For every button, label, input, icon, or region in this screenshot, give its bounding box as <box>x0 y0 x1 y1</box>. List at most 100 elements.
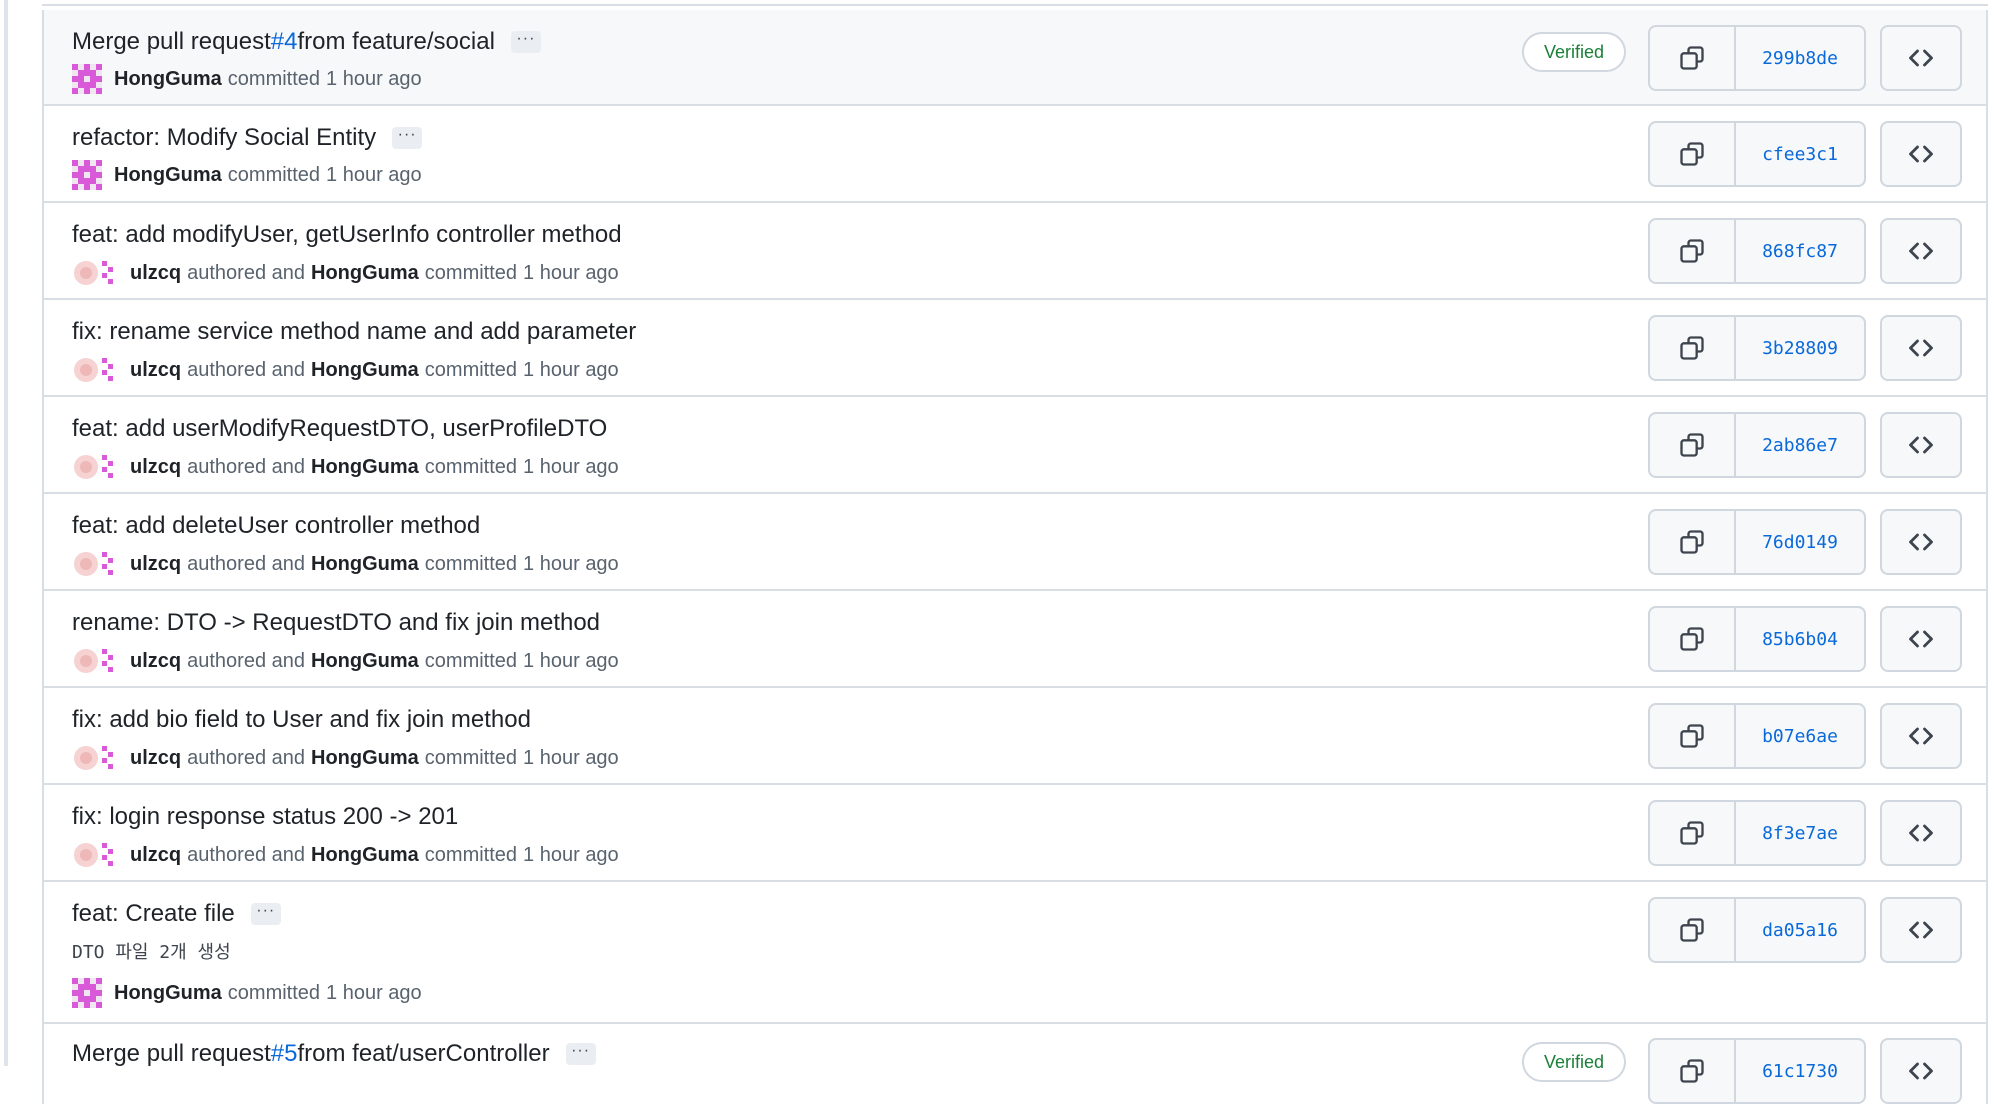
committer-link[interactable]: HongGuma <box>311 650 419 673</box>
browse-repo-button[interactable] <box>1880 703 1962 769</box>
avatar-stack-icon[interactable] <box>72 742 118 774</box>
copy-sha-button[interactable] <box>1650 414 1736 476</box>
list-top-border <box>42 0 1988 6</box>
committer-link[interactable]: HongGuma <box>311 456 419 479</box>
commit-title[interactable]: Merge pull request #4 from feature/socia… <box>72 28 541 56</box>
avatar-stack-icon[interactable] <box>72 354 118 386</box>
copy-sha-button[interactable] <box>1650 27 1736 89</box>
author-link[interactable]: HongGuma <box>114 164 222 187</box>
copy-sha-button[interactable] <box>1650 123 1736 185</box>
commit-sha-link[interactable]: 85b6b04 <box>1736 608 1864 670</box>
commit-sha-link[interactable]: 868fc87 <box>1736 220 1864 282</box>
copy-sha-button[interactable] <box>1650 705 1736 767</box>
browse-repo-button[interactable] <box>1880 121 1962 187</box>
author-link[interactable]: ulzcq <box>130 650 181 673</box>
commit-row: rename: DTO -> RequestDTO and fix join m… <box>44 591 1986 688</box>
copy-sha-button[interactable] <box>1650 608 1736 670</box>
browse-repo-button[interactable] <box>1880 897 1962 963</box>
avatar-stack-icon[interactable] <box>72 548 118 580</box>
author-link[interactable]: ulzcq <box>130 359 181 382</box>
code-icon <box>1909 339 1933 357</box>
browse-repo-button[interactable] <box>1880 800 1962 866</box>
sha-button-group: b07e6ae <box>1648 703 1866 769</box>
committer-link[interactable]: HongGuma <box>311 844 419 867</box>
avatar-stack-icon[interactable] <box>72 839 118 871</box>
commit-title[interactable]: rename: DTO -> RequestDTO and fix join m… <box>72 609 600 637</box>
commit-meta: HongGuma committed 1 hour ago <box>72 978 422 1008</box>
authored-and-label: authored and <box>187 261 306 284</box>
expand-message-button[interactable]: ··· <box>565 1043 596 1065</box>
commit-title[interactable]: feat: add userModifyRequestDTO, userProf… <box>72 415 607 443</box>
committed-label: committed <box>424 358 518 381</box>
copy-sha-button[interactable] <box>1650 511 1736 573</box>
commit-title[interactable]: fix: login response status 200 -> 201 <box>72 803 458 831</box>
browse-repo-button[interactable] <box>1880 25 1962 91</box>
commit-title[interactable]: refactor: Modify Social Entity ··· <box>72 124 423 152</box>
relative-time[interactable]: 1 hour ago <box>523 844 619 867</box>
relative-time[interactable]: 1 hour ago <box>523 456 619 479</box>
relative-time[interactable]: 1 hour ago <box>326 164 422 187</box>
avatar-stack-icon[interactable] <box>72 257 118 289</box>
commit-title[interactable]: fix: add bio field to User and fix join … <box>72 706 531 734</box>
committer-link[interactable]: HongGuma <box>311 262 419 285</box>
browse-repo-button[interactable] <box>1880 606 1962 672</box>
avatar-icon[interactable] <box>72 160 102 190</box>
commit-title[interactable]: fix: rename service method name and add … <box>72 318 636 346</box>
code-icon <box>1909 727 1933 745</box>
commit-sha-link[interactable]: 61c1730 <box>1736 1040 1864 1102</box>
commit-sha-link[interactable]: cfee3c1 <box>1736 123 1864 185</box>
pr-link[interactable]: #4 <box>271 28 298 56</box>
browse-repo-button[interactable] <box>1880 509 1962 575</box>
pr-link[interactable]: #5 <box>271 1040 298 1068</box>
commit-sha-link[interactable]: b07e6ae <box>1736 705 1864 767</box>
author-link[interactable]: HongGuma <box>114 68 222 91</box>
commit-sha-link[interactable]: 299b8de <box>1736 27 1864 89</box>
expand-message-button[interactable]: ··· <box>250 903 281 925</box>
expand-message-button[interactable]: ··· <box>392 127 423 149</box>
relative-time[interactable]: 1 hour ago <box>523 553 619 576</box>
commit-sha-link[interactable]: da05a16 <box>1736 899 1864 961</box>
browse-repo-button[interactable] <box>1880 315 1962 381</box>
committer-link[interactable]: HongGuma <box>311 747 419 770</box>
copy-sha-button[interactable] <box>1650 1040 1736 1102</box>
committer-link[interactable]: HongGuma <box>311 359 419 382</box>
copy-sha-button[interactable] <box>1650 220 1736 282</box>
commit-sha-link[interactable]: 2ab86e7 <box>1736 414 1864 476</box>
author-link[interactable]: ulzcq <box>130 553 181 576</box>
browse-repo-button[interactable] <box>1880 412 1962 478</box>
verified-badge[interactable]: Verified <box>1522 1042 1626 1082</box>
verified-badge[interactable]: Verified <box>1522 32 1626 72</box>
author-link[interactable]: ulzcq <box>130 747 181 770</box>
commit-title[interactable]: feat: add deleteUser controller method <box>72 512 480 540</box>
relative-time[interactable]: 1 hour ago <box>326 68 422 91</box>
relative-time[interactable]: 1 hour ago <box>523 359 619 382</box>
commit-sha-link[interactable]: 3b28809 <box>1736 317 1864 379</box>
commit-title[interactable]: feat: Create file ··· <box>72 900 281 928</box>
commit-sha-link[interactable]: 76d0149 <box>1736 511 1864 573</box>
author-link[interactable]: ulzcq <box>130 456 181 479</box>
commit-row: fix: rename service method name and add … <box>44 300 1986 397</box>
browse-repo-button[interactable] <box>1880 1038 1962 1104</box>
relative-time[interactable]: 1 hour ago <box>523 747 619 770</box>
committer-link[interactable]: HongGuma <box>311 553 419 576</box>
expand-message-button[interactable]: ··· <box>510 31 541 53</box>
browse-repo-button[interactable] <box>1880 218 1962 284</box>
avatar-stack-icon[interactable] <box>72 451 118 483</box>
commit-title[interactable]: feat: add modifyUser, getUserInfo contro… <box>72 221 622 249</box>
commit-sha-link[interactable]: 8f3e7ae <box>1736 802 1864 864</box>
relative-time[interactable]: 1 hour ago <box>523 262 619 285</box>
copy-sha-button[interactable] <box>1650 899 1736 961</box>
author-link[interactable]: ulzcq <box>130 844 181 867</box>
commit-title[interactable]: Merge pull request #5 from feat/userCont… <box>72 1040 596 1068</box>
author-link[interactable]: HongGuma <box>114 982 222 1005</box>
commit-meta: ulzcq authored and HongGuma committed 1 … <box>72 354 619 386</box>
relative-time[interactable]: 1 hour ago <box>523 650 619 673</box>
avatar-icon[interactable] <box>72 64 102 94</box>
avatar-icon[interactable] <box>72 978 102 1008</box>
relative-time[interactable]: 1 hour ago <box>326 982 422 1005</box>
avatar-stack-icon[interactable] <box>72 645 118 677</box>
copy-sha-button[interactable] <box>1650 802 1736 864</box>
author-link[interactable]: ulzcq <box>130 262 181 285</box>
commit-row: refactor: Modify Social Entity ··· HongG… <box>44 106 1986 203</box>
copy-sha-button[interactable] <box>1650 317 1736 379</box>
